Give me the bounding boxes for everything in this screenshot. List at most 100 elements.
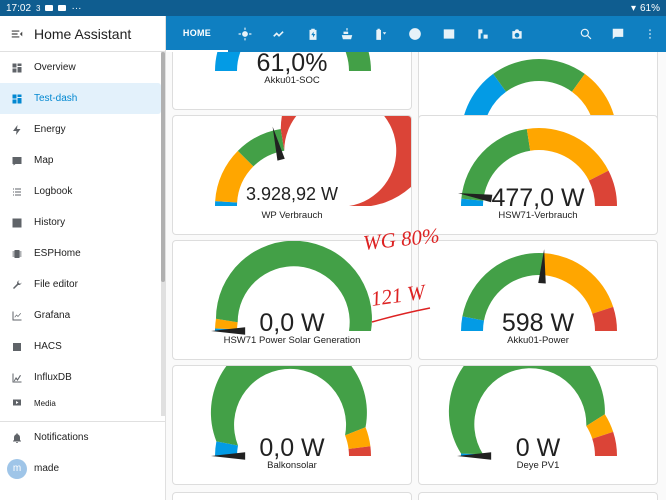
wifi-icon: ▾ xyxy=(630,2,636,14)
map-icon xyxy=(12,156,22,165)
sidebar-item-esphome[interactable]: ESPHome xyxy=(0,238,165,269)
assist-button[interactable] xyxy=(602,16,634,52)
sidebar-item-label: Test-dash xyxy=(34,93,78,104)
sidebar-item-label: Notifications xyxy=(34,432,89,443)
tab-home[interactable]: HOME xyxy=(166,16,228,52)
sidebar-item-file-editor[interactable]: File editor xyxy=(0,269,165,300)
menu-toggle-button[interactable] xyxy=(0,27,34,41)
wrench-icon xyxy=(13,280,22,289)
sidebar-item-label: made xyxy=(34,463,60,474)
sidebar-item-label: History xyxy=(34,217,66,228)
sidebar-item-overview[interactable]: Overview xyxy=(0,52,165,83)
gauge-card[interactable]: 0 W Deye PV1 xyxy=(418,365,658,485)
gauge-value: 477,0 W xyxy=(491,184,585,212)
network-indicator: 3 xyxy=(36,3,41,13)
sidebar-item-map[interactable]: Map xyxy=(0,145,165,176)
chip-icon xyxy=(12,249,22,258)
sidebar-item-test-dash[interactable]: Test-dash xyxy=(0,83,161,114)
gauge-value: 0,0 W xyxy=(259,434,325,462)
gauge-value: 598 W xyxy=(501,309,575,337)
gauge-card[interactable]: 3.928,92 W WP Verbrauch xyxy=(172,115,412,235)
sidebar-item-media[interactable]: Media xyxy=(0,393,165,413)
gauge-card[interactable]: 477,0 W HSW71-Verbrauch xyxy=(418,115,658,235)
sidebar: Home Assistant Overview Test-dash Energy Ma… xyxy=(0,16,166,500)
sidebar-item-logbook[interactable]: Logbook xyxy=(0,176,165,207)
dashboard-icon xyxy=(12,63,22,72)
menu-open-icon xyxy=(11,30,23,37)
gauge-value: 3.928,92 W xyxy=(245,184,339,204)
search-icon xyxy=(580,28,592,40)
app-title: Home Assistant xyxy=(34,25,132,42)
gauge-card[interactable]: 61,0% Akku01-SOC xyxy=(172,52,412,110)
gauge-label: HSW71 Power Solar Generation xyxy=(223,335,361,346)
sidebar-scrollbar[interactable] xyxy=(161,52,165,416)
gauge-segment xyxy=(493,59,585,92)
avatar: m xyxy=(7,458,27,479)
scrollbar-thumb[interactable] xyxy=(161,52,165,282)
gauge-value: 0,0 W xyxy=(259,309,325,337)
sidebar-item-label: Energy xyxy=(34,124,66,135)
sidebar-item-notifications[interactable]: Notifications xyxy=(0,422,165,453)
dashboard-toolbar: HOME xyxy=(166,16,666,52)
sidebar-item-label: InfluxDB xyxy=(34,372,72,383)
hacs-icon xyxy=(13,342,21,351)
android-status-bar: 17:02 3 ··· ▾ 61% xyxy=(0,0,666,16)
sidebar-item-label: Logbook xyxy=(34,186,73,197)
grafana-icon xyxy=(12,311,22,320)
tab-sun[interactable] xyxy=(228,16,262,52)
transit-icon xyxy=(478,29,488,39)
sidebar-item-label: Grafana xyxy=(34,310,71,321)
more-button[interactable] xyxy=(634,16,666,52)
logbook-icon xyxy=(13,188,21,195)
sidebar-item-label: HACS xyxy=(34,341,62,352)
sidebar-nav: Overview Test-dash Energy Map Logbook History… xyxy=(0,52,165,413)
sun-icon xyxy=(238,27,252,41)
sidebar-header: Home Assistant xyxy=(0,16,165,52)
notification-icon xyxy=(45,5,54,11)
sidebar-item-energy[interactable]: Energy xyxy=(0,114,165,145)
more-icon xyxy=(649,29,651,39)
gauge-card[interactable]: 598 W Akku01-Power xyxy=(418,240,658,360)
search-button[interactable] xyxy=(570,16,602,52)
tab-solar-panel[interactable] xyxy=(330,16,364,52)
tab-car-charger[interactable] xyxy=(398,16,432,52)
tab-camera[interactable] xyxy=(500,16,534,52)
sidebar-item-user[interactable]: m made xyxy=(0,453,165,484)
gauge-segment xyxy=(526,128,609,181)
tab-transmission[interactable] xyxy=(262,16,296,52)
sidebar-item-label: Map xyxy=(34,155,54,166)
sidebar-item-label: ESPHome xyxy=(34,248,81,259)
gauge-card[interactable]: 0,0 W Balkonsolar xyxy=(172,365,412,485)
bell-icon xyxy=(13,432,21,443)
tab-transit[interactable] xyxy=(466,16,500,52)
lightning-icon xyxy=(13,124,21,135)
table-icon xyxy=(443,29,455,39)
gauge-card[interactable] xyxy=(172,492,412,500)
gauge-card[interactable] xyxy=(418,492,658,500)
media-icon xyxy=(13,399,21,406)
camera-icon xyxy=(512,29,522,39)
sidebar-item-influxdb[interactable]: InfluxDB xyxy=(0,362,165,393)
tab-table[interactable] xyxy=(432,16,466,52)
battery-text: 61% xyxy=(639,2,660,14)
sidebar-item-history[interactable]: History xyxy=(0,207,165,238)
youtube-icon xyxy=(58,5,67,11)
tab-battery-charging[interactable] xyxy=(296,16,330,52)
sidebar-item-label: Overview xyxy=(34,62,76,73)
battery-arrow-icon xyxy=(376,28,387,40)
solar-panel-icon xyxy=(341,28,353,40)
gauge-card[interactable]: 0,0 W HSW71 Power Solar Generation xyxy=(172,240,412,360)
assist-icon xyxy=(612,28,624,40)
sidebar-item-hacs[interactable]: HACS xyxy=(0,331,165,362)
sidebar-item-grafana[interactable]: Grafana xyxy=(0,300,165,331)
sidebar-item-label: Media xyxy=(34,398,56,408)
gauge-segment xyxy=(542,253,614,314)
gauge-value: 0 W xyxy=(515,434,561,462)
car-charger-icon xyxy=(409,28,421,40)
transmission-icon xyxy=(273,31,284,37)
more-dots-icon: ··· xyxy=(71,2,82,14)
dashboard-content: 61,0%Akku01-SOC0,33 WHSW71 Netzbezug3.92… xyxy=(166,52,666,500)
sidebar-footer: Notifications m made xyxy=(0,421,165,484)
tab-battery-arrow[interactable] xyxy=(364,16,398,52)
gauge-label: Deye PV1 xyxy=(516,460,560,471)
